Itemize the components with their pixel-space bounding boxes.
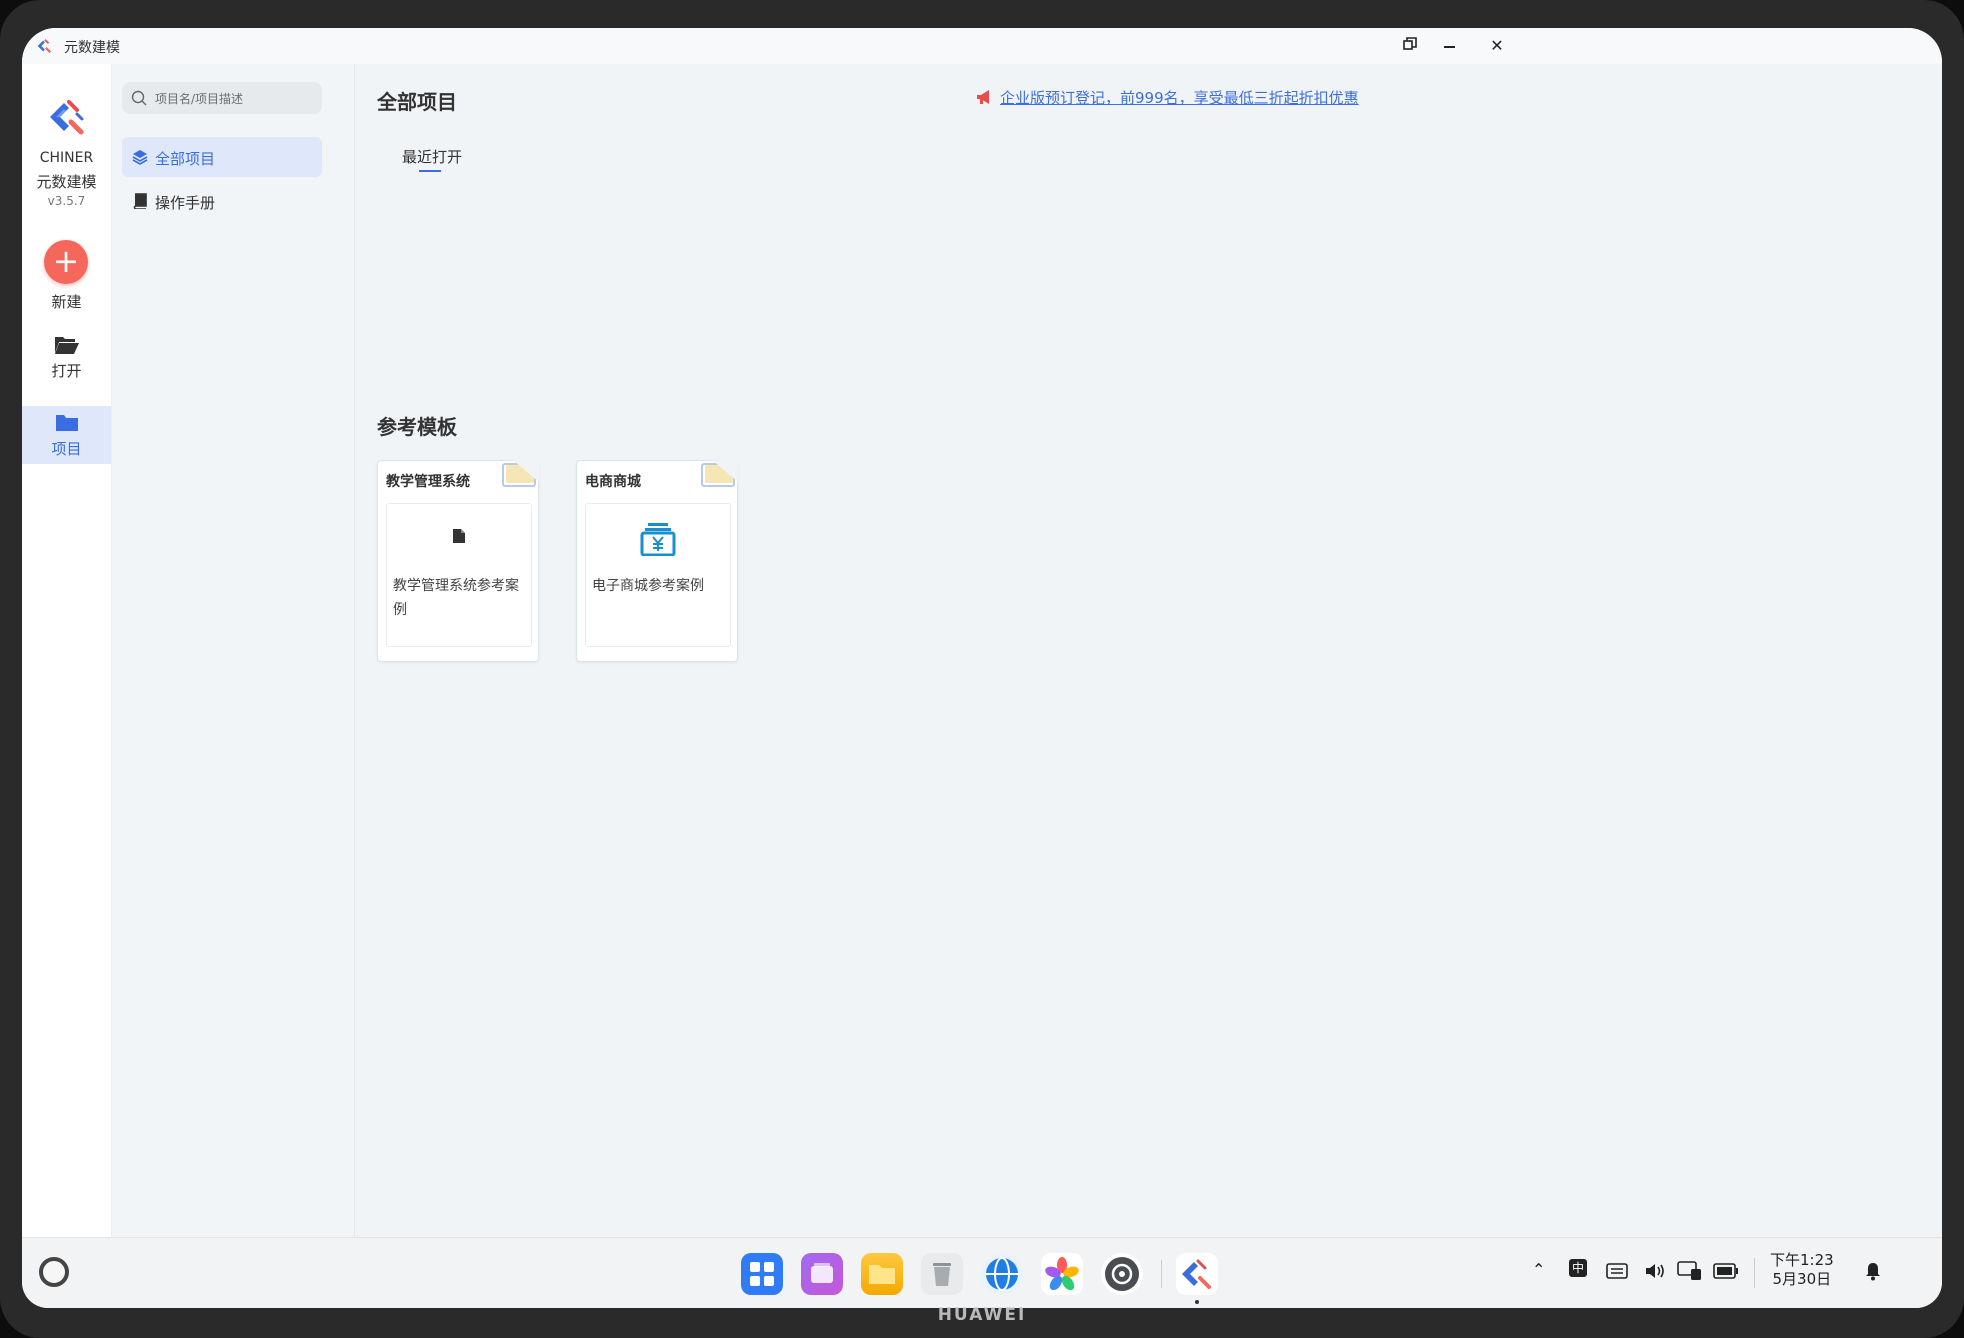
- keyboard-icon[interactable]: [1606, 1261, 1628, 1281]
- screen: 元数建模 ✕ CHINER 元数建模 v3.5.7 + 新建 打开 项目 项目名…: [22, 28, 1942, 1308]
- promo-link[interactable]: 企业版预订登记，前999名，享受最低三折起折扣优惠: [1000, 87, 1359, 108]
- window-titlebar: 元数建模 ✕: [22, 28, 1942, 65]
- template-card-ecommerce[interactable]: 电商商城 电子商城参考案例: [576, 460, 738, 662]
- window-title: 元数建模: [64, 40, 120, 56]
- trash-glyph: [933, 1263, 951, 1286]
- project-sidebar: 项目名/项目描述 全部项目 操作手册: [112, 64, 355, 1237]
- minimize-button[interactable]: [1435, 34, 1463, 58]
- brand-name: CHINER: [39, 150, 94, 166]
- template-body: 电子商城参考案例: [585, 503, 731, 647]
- version-label: v3.5.7: [47, 194, 86, 208]
- gallery-glyph: [1045, 1257, 1079, 1291]
- multitask-glyph: [811, 1263, 833, 1283]
- dock-separator: [1161, 1260, 1162, 1288]
- tab-active-indicator: [419, 170, 441, 172]
- minimize-icon: [1443, 45, 1455, 48]
- sidebar-item-label: 全部项目: [155, 150, 216, 168]
- tray-separator: [1754, 1258, 1755, 1288]
- chiner-icon[interactable]: [1176, 1253, 1218, 1295]
- settings-icon[interactable]: [1101, 1253, 1143, 1295]
- device-frame: 元数建模 ✕ CHINER 元数建模 v3.5.7 + 新建 打开 项目 项目名…: [0, 0, 1964, 1338]
- chiner-glyph: [1182, 1259, 1211, 1289]
- files-glyph: [869, 1265, 895, 1284]
- multitask-icon[interactable]: [801, 1253, 843, 1295]
- browser-glyph: [986, 1257, 1018, 1291]
- projects-nav-button[interactable]: 项目: [22, 406, 111, 464]
- templates-title: 参考模板: [377, 415, 457, 439]
- brand-subtitle: 元数建模: [36, 173, 97, 191]
- template-title: 电商商城: [585, 474, 641, 490]
- gallery-icon[interactable]: [1041, 1253, 1083, 1295]
- card-corner-fold: [712, 460, 738, 482]
- open-label: 打开: [51, 362, 82, 380]
- app-grid-glyph: [750, 1262, 774, 1286]
- settings-glyph: [1105, 1257, 1139, 1291]
- template-desc: 教学管理系统参考案例: [393, 578, 519, 618]
- device-brand: HUAWEI: [937, 1305, 1027, 1325]
- open-project-button[interactable]: 打开: [22, 334, 111, 394]
- template-card-teaching[interactable]: 教学管理系统 教学管理系统参考案例: [377, 460, 539, 662]
- plus-icon: +: [44, 240, 88, 284]
- clock-time: 下午1:23: [1770, 1251, 1834, 1269]
- new-label: 新建: [51, 293, 82, 311]
- taskbar: ⌃ 中 下午1:23 5月30日: [22, 1237, 1942, 1308]
- template-body: 教学管理系统参考案例: [386, 503, 532, 647]
- sidebar-item-label: 操作手册: [155, 194, 216, 212]
- files-icon[interactable]: [861, 1253, 903, 1295]
- restore-icon: [1403, 37, 1417, 50]
- template-title: 教学管理系统: [386, 474, 470, 490]
- file-icon: [453, 529, 465, 543]
- close-button[interactable]: ✕: [1483, 34, 1511, 58]
- megaphone-icon: [977, 90, 989, 104]
- browser-icon[interactable]: [981, 1253, 1023, 1295]
- tab-recent[interactable]: 最近打开: [402, 146, 462, 167]
- app-grid-icon[interactable]: [741, 1253, 783, 1295]
- ime-indicator[interactable]: 中: [1569, 1259, 1587, 1277]
- book-icon: [133, 193, 147, 209]
- project-label: 项目: [51, 440, 82, 458]
- folder-icon: [56, 415, 78, 431]
- search-placeholder: 项目名/项目描述: [155, 92, 244, 106]
- yuan-box-icon: [640, 523, 676, 556]
- page-title: 全部项目: [377, 90, 457, 114]
- sidebar-item-manual[interactable]: 操作手册: [122, 181, 322, 221]
- restore-button[interactable]: [1396, 34, 1424, 58]
- search-box[interactable]: 项目名/项目描述: [122, 82, 322, 114]
- chiner-logo-icon: [37, 39, 52, 54]
- layers-icon: [132, 150, 148, 165]
- sidebar-item-all-projects[interactable]: 全部项目: [122, 137, 322, 177]
- bell-icon[interactable]: [1864, 1261, 1882, 1281]
- left-nav: CHINER 元数建模 v3.5.7 + 新建 打开 项目: [22, 64, 112, 1237]
- main-content: 全部项目 企业版预订登记，前999名，享受最低三折起折扣优惠 最近打开 参考模板…: [355, 64, 1942, 1237]
- assistant-button[interactable]: [39, 1257, 69, 1287]
- template-desc: 电子商城参考案例: [592, 578, 704, 594]
- close-icon: ✕: [1490, 36, 1504, 55]
- trash-icon[interactable]: [921, 1253, 963, 1295]
- folder-open-icon: [55, 337, 79, 354]
- new-project-button[interactable]: + 新建: [22, 240, 111, 312]
- chevron-up-icon[interactable]: ⌃: [1532, 1260, 1545, 1279]
- card-corner-fold: [513, 460, 539, 482]
- volume-icon[interactable]: [1644, 1261, 1666, 1281]
- battery-icon: [1713, 1263, 1738, 1279]
- running-indicator: [1195, 1300, 1199, 1304]
- clock-date: 5月30日: [1772, 1270, 1832, 1288]
- search-icon: [131, 90, 147, 106]
- chiner-logo: [50, 100, 84, 135]
- clock[interactable]: 下午1:23 5月30日: [1770, 1251, 1834, 1289]
- projection-icon[interactable]: [1677, 1260, 1703, 1282]
